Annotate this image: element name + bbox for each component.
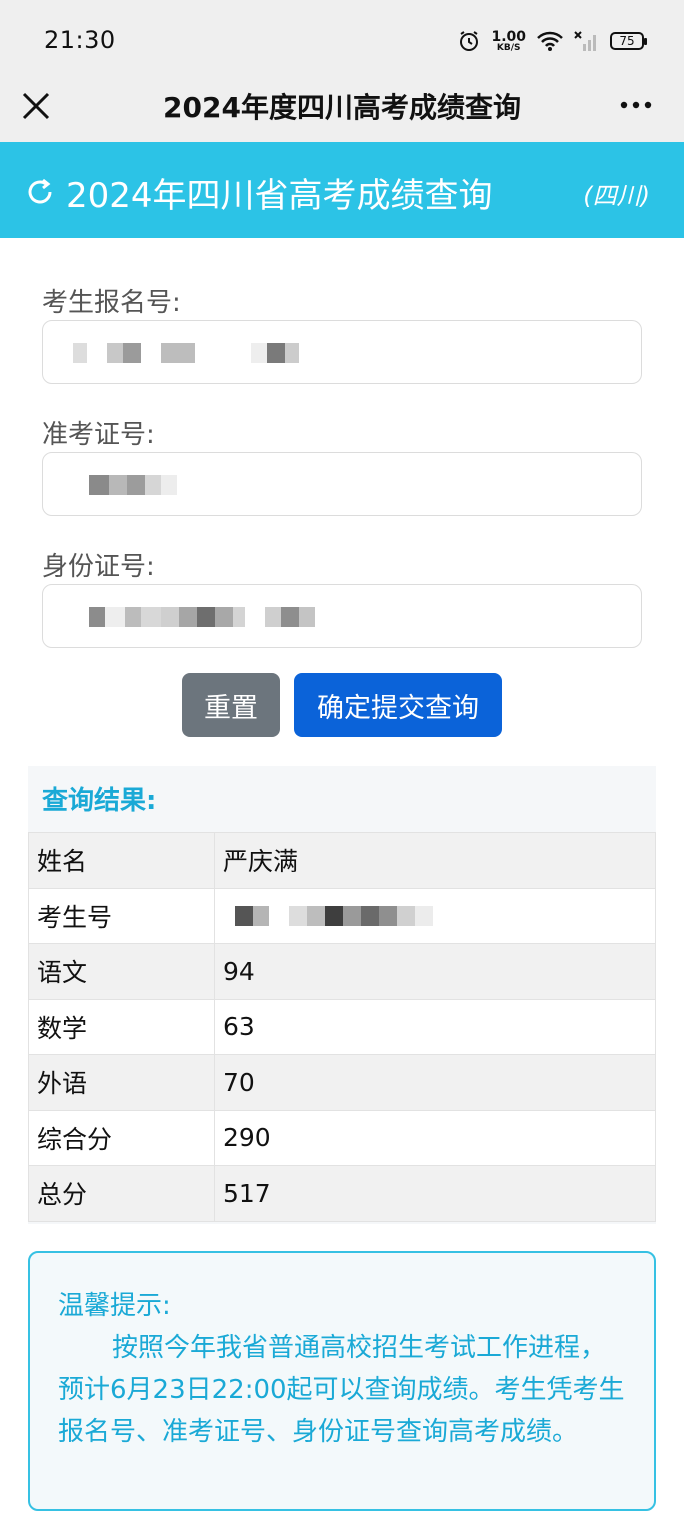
row-key: 数学	[28, 998, 215, 1055]
network-speed-unit: KB/S	[496, 42, 521, 53]
more-icon[interactable]	[618, 90, 654, 120]
row-key: 总分	[28, 1165, 215, 1222]
row-key: 综合分	[28, 1109, 215, 1166]
table-row: 语文 94	[28, 943, 656, 1000]
table-row: 姓名 严庆满	[28, 832, 656, 889]
battery-level: 75	[619, 34, 635, 48]
reg-number-label: 考生报名号:	[42, 288, 181, 318]
id-number-label: 身份证号:	[42, 552, 155, 582]
reset-button[interactable]: 重置	[182, 673, 280, 737]
battery-icon: 75	[610, 32, 647, 50]
ticket-number-label: 准考证号:	[42, 420, 155, 450]
row-key: 姓名	[28, 832, 215, 889]
status-icons: 1.00 KB/S 75	[457, 26, 647, 56]
window-title: 2024年度四川高考成绩查询	[163, 91, 521, 124]
refresh-icon[interactable]	[24, 176, 56, 208]
network-speed: 1.00 KB/S	[491, 30, 526, 53]
masked-value	[89, 475, 177, 495]
region-label: (四川)	[583, 182, 650, 210]
reg-number-input[interactable]	[42, 320, 642, 384]
notice-body: 按照今年我省普通高校招生考试工作进程，预计6月23日22:00起可以查询成绩。考…	[58, 1333, 625, 1447]
row-value: 517	[214, 1165, 656, 1222]
row-key: 考生号	[28, 887, 215, 944]
alarm-icon	[460, 31, 479, 51]
masked-value	[89, 607, 315, 627]
notice-box: 温馨提示: 按照今年我省普通高校招生考试工作进程，预计6月23日22:00起可以…	[28, 1251, 656, 1511]
row-value: 63	[214, 998, 656, 1055]
id-number-input[interactable]	[42, 584, 642, 648]
table-row: 综合分 290	[28, 1109, 656, 1166]
status-bar: 21:30 1.00 KB/S 75	[0, 0, 684, 82]
row-value: 70	[214, 1054, 656, 1111]
result-table: 姓名 严庆满 考生号 语文 94 数学 63 外语 70 综合分 290 总分 …	[28, 832, 656, 1222]
row-key: 语文	[28, 943, 215, 1000]
page-title: 2024年四川省高考成绩查询	[66, 176, 493, 216]
masked-value	[73, 343, 299, 363]
row-value: 94	[214, 943, 656, 1000]
wifi-icon	[537, 31, 563, 51]
row-value: 290	[214, 1109, 656, 1166]
signal-icon	[574, 31, 596, 51]
masked-value	[235, 905, 655, 926]
page-header: 2024年四川省高考成绩查询 (四川)	[0, 142, 684, 238]
table-row: 外语 70	[28, 1054, 656, 1111]
ticket-number-input[interactable]	[42, 452, 642, 516]
row-value: 严庆满	[214, 832, 656, 889]
row-value	[214, 887, 656, 944]
submit-query-button[interactable]: 确定提交查询	[294, 673, 502, 737]
close-icon[interactable]	[18, 88, 54, 124]
result-panel: 查询结果: 姓名 严庆满 考生号 语文 94 数学 63 外语 70 综合分 2…	[28, 766, 656, 1224]
table-row: 考生号	[28, 887, 656, 944]
row-key: 外语	[28, 1054, 215, 1111]
table-row: 总分 517	[28, 1165, 656, 1222]
table-row: 数学 63	[28, 998, 656, 1055]
status-time: 21:30	[44, 26, 116, 54]
network-speed-value: 1.00	[491, 28, 526, 45]
title-bar: 2024年度四川高考成绩查询	[0, 82, 684, 142]
result-title: 查询结果:	[42, 786, 157, 816]
notice-title: 温馨提示:	[58, 1291, 171, 1321]
